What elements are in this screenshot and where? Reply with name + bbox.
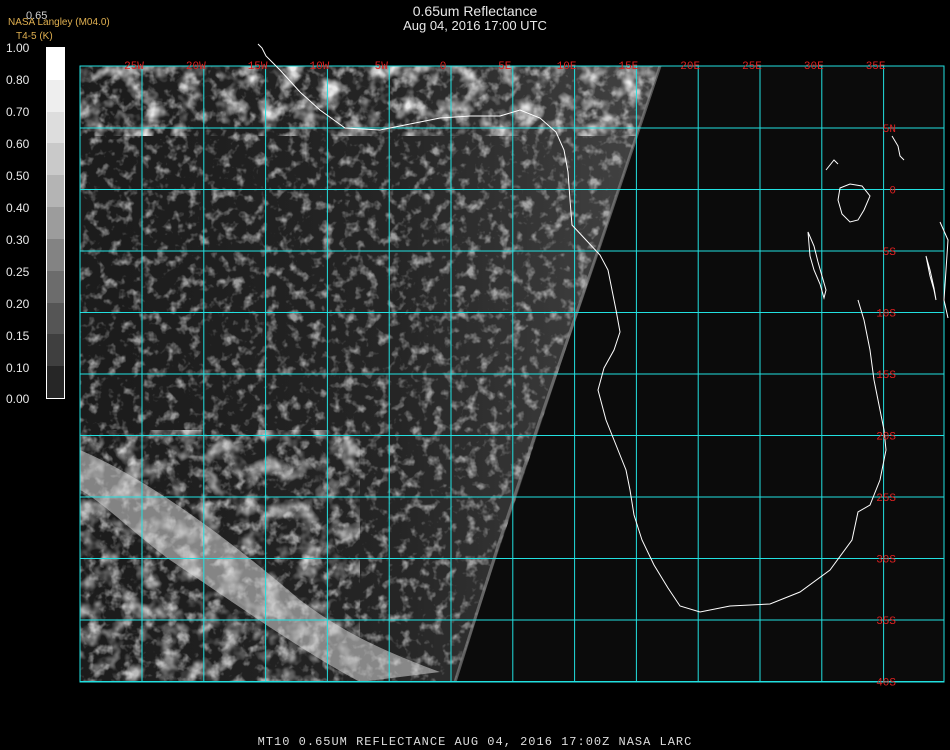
latitude-label: 5S <box>883 247 897 259</box>
longitude-label: 5W <box>375 61 389 73</box>
latitude-label: 15S <box>876 370 896 382</box>
latitude-label: 35S <box>876 616 896 628</box>
longitude-label: 10W <box>309 61 329 73</box>
latitude-label: 25S <box>876 493 896 505</box>
longitude-label: 15E <box>618 61 638 73</box>
longitude-label: 30E <box>804 61 824 73</box>
longitude-label: 35E <box>866 61 886 73</box>
longitude-label: 20W <box>186 61 206 73</box>
longitude-label: 10E <box>557 61 577 73</box>
longitude-label: 5E <box>498 61 512 73</box>
latitude-label: 40S <box>876 678 896 690</box>
longitude-label: 15W <box>248 61 268 73</box>
longitude-label: 20E <box>680 61 700 73</box>
footer-caption: MT10 0.65UM REFLECTANCE AUG 04, 2016 17:… <box>257 735 693 749</box>
longitude-label: 0 <box>440 61 447 73</box>
latitude-label: 0 <box>889 186 896 198</box>
latitude-label: 5N <box>883 124 896 136</box>
latitude-label: 30S <box>876 555 896 567</box>
latitude-label: 10S <box>876 309 896 321</box>
longitude-label: 25W <box>124 61 144 73</box>
longitude-label: 25E <box>742 61 762 73</box>
satellite-map: 25W 20W 15W 10W 5W 0 5E 10E 15E 20E 25E 30E 35E 5N 0 5S… <box>79 43 949 690</box>
latitude-label: 20S <box>876 432 896 444</box>
